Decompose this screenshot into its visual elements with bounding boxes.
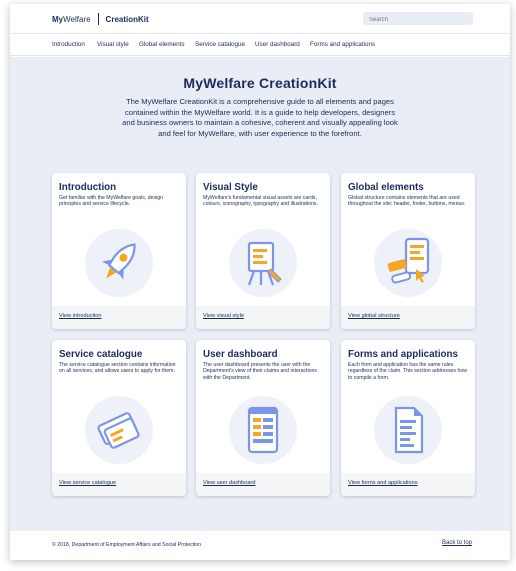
- nav-visual-style[interactable]: Visual style: [97, 41, 129, 48]
- card-title: Global elements: [348, 182, 424, 193]
- card-description: Global structure contains elements that …: [348, 195, 466, 208]
- search-input[interactable]: [363, 12, 473, 25]
- card-global-elements[interactable]: Global elements Global structure contain…: [341, 173, 475, 329]
- page-title: MyWelfare CreationKit: [183, 75, 337, 91]
- nav-global-elements[interactable]: Global elements: [139, 41, 185, 48]
- card-user-dashboard[interactable]: User dashboard The user dashboard presen…: [196, 340, 330, 496]
- page-frame: MyWelfare CreationKit Introduction Visua…: [10, 4, 510, 560]
- card-description: Get familiar with the MyWelfare goals, d…: [59, 195, 163, 208]
- card-description: Each form and application has the same r…: [348, 362, 467, 381]
- ui-elements-icon: [374, 229, 442, 297]
- card-footer: View visual style: [196, 306, 330, 329]
- main-content: MyWelfare CreationKit The MyWelfare Crea…: [10, 57, 510, 531]
- cards-icon: [85, 396, 153, 464]
- view-user-dashboard-link[interactable]: View user dashboard: [203, 480, 255, 486]
- card-title: Service catalogue: [59, 349, 143, 360]
- nav-user-dashboard[interactable]: User dashboard: [255, 41, 300, 48]
- card-footer: View forms and applications: [341, 473, 475, 496]
- view-introduction-link[interactable]: View introduction: [59, 313, 102, 319]
- card-footer: View service catalogue: [52, 473, 186, 496]
- logo-my: My: [52, 14, 64, 24]
- card-title: Introduction: [59, 182, 117, 193]
- card-footer: View user dashboard: [196, 473, 330, 496]
- site-footer: © 2018, Department of Employment Affairs…: [10, 531, 510, 560]
- card-forms-and-applications[interactable]: Forms and applications Each form and app…: [341, 340, 475, 496]
- nav-service-catalogue[interactable]: Service catalogue: [195, 41, 245, 48]
- back-to-top-link[interactable]: Back to top: [442, 540, 472, 546]
- card-service-catalogue[interactable]: Service catalogue The service catalogue …: [52, 340, 186, 496]
- card-description: The service catalogue section contains i…: [59, 362, 176, 375]
- card-visual-style[interactable]: Visual Style MyWelfare's fundamental vis…: [196, 173, 330, 329]
- copyright-text: © 2018, Department of Employment Affairs…: [52, 542, 202, 548]
- site-logo[interactable]: My Welfare CreationKit: [52, 13, 149, 25]
- view-visual-style-link[interactable]: View visual style: [203, 313, 244, 319]
- nav-forms-and-applications[interactable]: Forms and applications: [310, 41, 375, 48]
- document-icon: [374, 396, 442, 464]
- card-description: The user dashboard presents the user wit…: [203, 362, 318, 381]
- view-global-structure-link[interactable]: View global structure: [348, 313, 400, 319]
- card-description: MyWelfare's fundamental visual assets ar…: [203, 195, 318, 208]
- nav-introduction[interactable]: Introduction: [52, 41, 85, 48]
- page-intro: The MyWelfare CreationKit is a comprehen…: [122, 97, 398, 138]
- view-service-catalogue-link[interactable]: View service catalogue: [59, 480, 116, 486]
- dashboard-icon: [229, 396, 297, 464]
- logo-creationkit: CreationKit: [105, 14, 149, 24]
- view-forms-and-applications-link[interactable]: View forms and applications: [348, 480, 418, 486]
- logo-welfare: Welfare: [63, 14, 91, 24]
- rocket-icon: [85, 229, 153, 297]
- site-header: My Welfare CreationKit: [10, 4, 510, 34]
- easel-icon: [229, 229, 297, 297]
- logo-divider: [97, 13, 99, 25]
- card-footer: View global structure: [341, 306, 475, 329]
- card-footer: View introduction: [52, 306, 186, 329]
- main-nav: Introduction Visual style Global element…: [10, 34, 510, 56]
- card-title: User dashboard: [203, 349, 278, 360]
- card-title: Visual Style: [203, 182, 258, 193]
- card-introduction[interactable]: Introduction Get familiar with the MyWel…: [52, 173, 186, 329]
- card-title: Forms and applications: [348, 349, 458, 360]
